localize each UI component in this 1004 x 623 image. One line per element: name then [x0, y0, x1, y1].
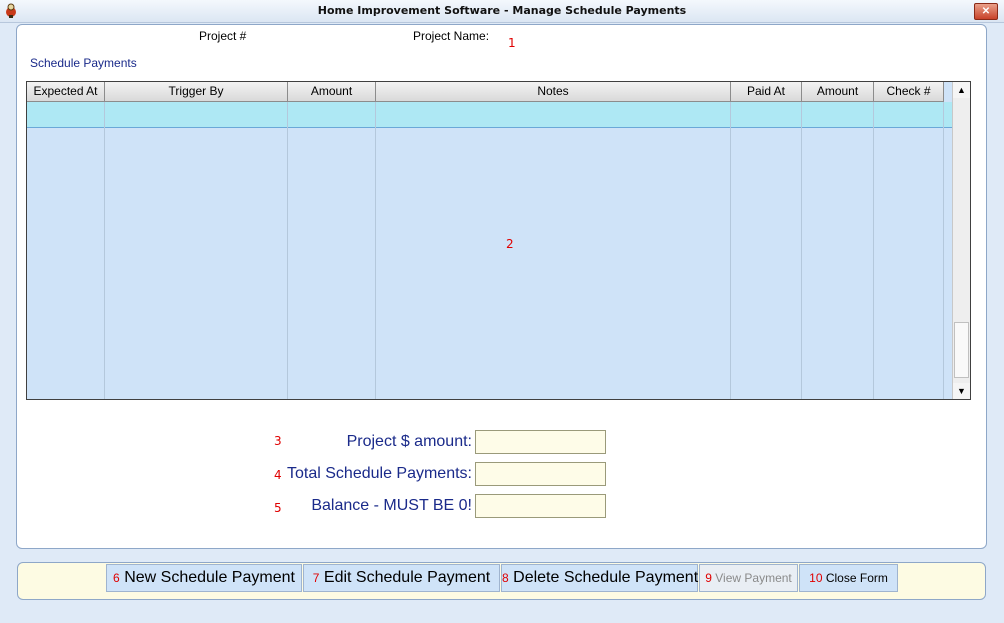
balance-label: Balance - MUST BE 0!: [311, 497, 472, 514]
delete-schedule-payment-button[interactable]: 8 Delete Schedule Payment: [501, 564, 698, 592]
section-title: Schedule Payments: [30, 56, 137, 70]
column-header-expected-at[interactable]: Expected At: [27, 82, 105, 101]
schedule-payments-grid[interactable]: Expected At Trigger By Amount Notes Paid…: [26, 81, 971, 400]
total-schedule-payments-label: Total Schedule Payments:: [287, 465, 472, 482]
selected-row[interactable]: [27, 102, 953, 128]
column-divider: [104, 102, 105, 399]
new-schedule-payment-button[interactable]: 6 New Schedule Payment: [106, 564, 302, 592]
project-number-label: Project #: [199, 29, 247, 43]
window-title: Home Improvement Software - Manage Sched…: [317, 4, 687, 17]
marker-4: 4: [274, 468, 282, 482]
column-header-trigger-by[interactable]: Trigger By: [105, 82, 288, 101]
marker-2: 2: [506, 237, 514, 251]
project-name-label: Project Name:: [413, 29, 490, 43]
column-header-check-number[interactable]: Check #: [874, 82, 944, 101]
button-marker: 7: [312, 571, 320, 585]
button-label: Edit Schedule Payment: [323, 569, 491, 586]
column-divider: [943, 102, 944, 399]
project-amount-field[interactable]: [475, 430, 606, 454]
column-divider: [730, 102, 731, 399]
column-header-amount[interactable]: Amount: [288, 82, 376, 101]
button-marker: 9: [705, 571, 712, 585]
button-label: New Schedule Payment: [124, 569, 295, 586]
view-payment-button[interactable]: 9 View Payment: [699, 564, 798, 592]
button-marker: 6: [113, 571, 120, 585]
balance-field[interactable]: [475, 494, 606, 518]
title-bar: Home Improvement Software - Manage Sched…: [0, 0, 1004, 23]
column-divider: [873, 102, 874, 399]
total-schedule-payments-field[interactable]: [475, 462, 606, 486]
edit-schedule-payment-button[interactable]: 7 Edit Schedule Payment: [303, 564, 500, 592]
button-label: View Payment: [715, 571, 792, 585]
close-window-button[interactable]: ✕: [974, 3, 998, 20]
grid-header: Expected At Trigger By Amount Notes Paid…: [27, 82, 944, 102]
column-divider: [801, 102, 802, 399]
marker-1: 1: [508, 36, 516, 50]
column-header-notes[interactable]: Notes: [376, 82, 731, 101]
project-amount-label: Project $ amount:: [346, 433, 472, 450]
marker-3: 3: [274, 434, 282, 448]
column-header-paid-at[interactable]: Paid At: [731, 82, 802, 101]
marker-5: 5: [274, 501, 282, 515]
vertical-scrollbar[interactable]: ▲ ▼: [952, 82, 970, 399]
button-marker: 8: [502, 571, 509, 585]
button-label: Delete Schedule Payment: [513, 569, 699, 586]
scrollbar-thumb[interactable]: [954, 322, 969, 378]
column-divider: [375, 102, 376, 399]
button-label: Close Form: [825, 571, 888, 585]
column-header-paid-amount[interactable]: Amount: [802, 82, 874, 101]
column-divider: [287, 102, 288, 399]
button-marker: 10: [809, 571, 823, 585]
close-form-button[interactable]: 10 Close Form: [799, 564, 898, 592]
scroll-down-arrow-icon[interactable]: ▼: [953, 383, 970, 399]
scroll-up-arrow-icon[interactable]: ▲: [953, 82, 970, 98]
